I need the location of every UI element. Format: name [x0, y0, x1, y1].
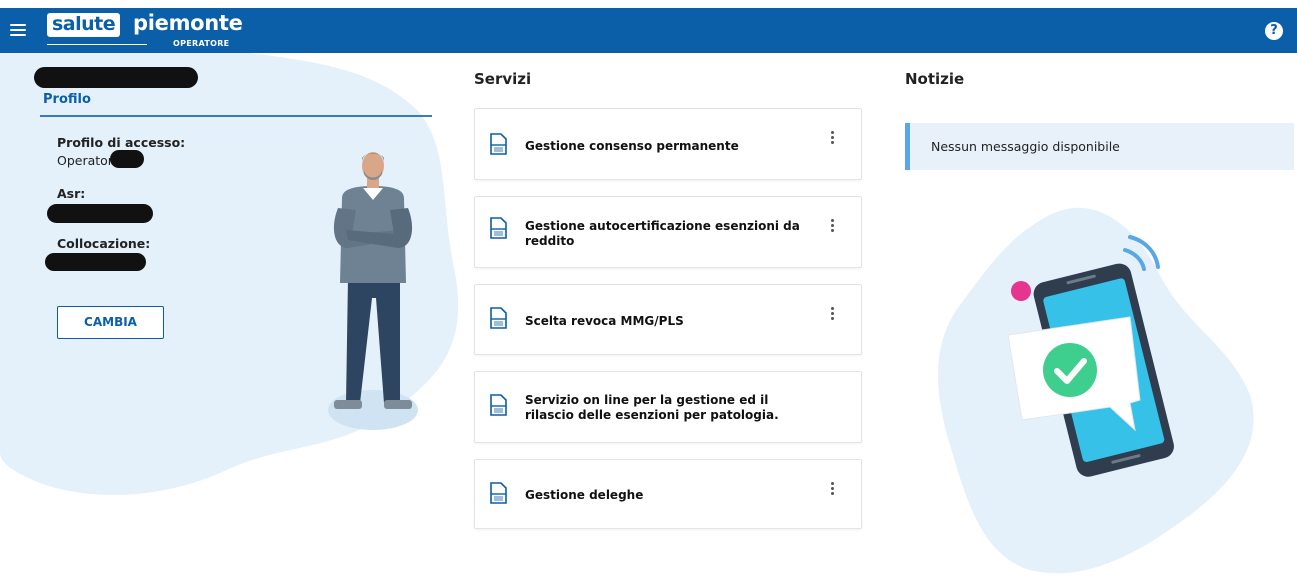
news-empty-message: Nessun messaggio disponibile — [931, 139, 1120, 154]
service-label: Servizio on line per la gestione ed il r… — [525, 393, 779, 422]
help-icon[interactable]: ? — [1265, 22, 1283, 40]
service-label: Scelta revoca MMG/PLS — [525, 314, 684, 328]
logo-brand-box: salute — [47, 13, 121, 37]
redacted-user-name — [34, 67, 198, 88]
document-icon — [490, 133, 507, 155]
document-icon — [490, 307, 507, 329]
news-empty-box: Nessun messaggio disponibile — [905, 123, 1294, 170]
profile-section-title: Profilo — [43, 92, 91, 107]
logo-underline — [47, 44, 147, 45]
more-options-icon[interactable] — [829, 482, 835, 498]
service-card-consenso[interactable]: Gestione consenso permanente — [474, 108, 862, 180]
top-bar: salute piemonte OPERATORE ? — [0, 8, 1297, 53]
redacted-asr-value — [47, 204, 153, 223]
hamburger-menu-icon[interactable] — [10, 24, 26, 38]
change-profile-button[interactable]: CAMBIA — [57, 306, 164, 339]
document-icon — [490, 394, 507, 416]
more-options-icon[interactable] — [829, 219, 835, 235]
person-illustration — [328, 152, 418, 430]
service-label: Gestione consenso permanente — [525, 139, 739, 153]
logo-brand-text: piemonte — [133, 11, 243, 35]
redacted-access-profile — [110, 150, 144, 168]
more-options-icon[interactable] — [829, 307, 835, 323]
service-card-esenzioni-patologia[interactable]: Servizio on line per la gestione ed il r… — [474, 371, 862, 443]
access-profile-value: Operator — [57, 153, 113, 168]
redacted-collocation-value — [45, 253, 146, 271]
asr-label: Asr: — [57, 186, 86, 201]
logo-subtitle: OPERATORE — [173, 39, 230, 48]
news-title: Notizie — [905, 70, 965, 88]
access-profile-label: Profilo di accesso: — [57, 135, 186, 150]
more-options-icon[interactable] — [829, 131, 835, 147]
service-card-autocertificazione[interactable]: Gestione autocertificazione esenzioni da… — [474, 196, 862, 268]
document-icon — [490, 482, 507, 504]
service-label: Gestione autocertificazione esenzioni da… — [525, 219, 800, 248]
services-title: Servizi — [474, 70, 532, 88]
document-icon — [490, 217, 507, 239]
phone-notification-illustration — [938, 207, 1254, 574]
collocation-label: Collocazione: — [57, 236, 151, 251]
profile-divider — [40, 115, 432, 117]
service-card-deleghe[interactable]: Gestione deleghe — [474, 459, 862, 529]
service-card-scelta-revoca[interactable]: Scelta revoca MMG/PLS — [474, 284, 862, 355]
service-label: Gestione deleghe — [525, 488, 644, 502]
